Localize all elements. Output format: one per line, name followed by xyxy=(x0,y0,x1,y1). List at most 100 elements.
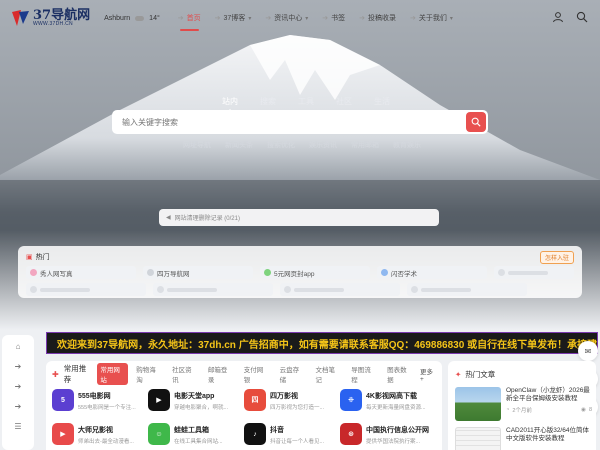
weather-widget[interactable]: Ashburn 14° xyxy=(104,15,160,22)
hot-item-placeholder xyxy=(26,283,146,296)
site-card[interactable]: 5 555电影网 555电影网是一个专注... xyxy=(52,389,148,423)
article-item[interactable]: CAD2011开心版32/64位简体中文版软件安装教程 xyxy=(455,427,589,450)
clock-icon: ◔ xyxy=(506,406,510,413)
quick-link[interactable]: 新闻头条 xyxy=(225,140,253,150)
arrow-right-icon[interactable]: ➔ xyxy=(15,382,22,391)
site-card[interactable]: ⊛ 中国执行信息公开网 提供华国法院执行案... xyxy=(340,423,436,450)
announcement-marquee[interactable]: 欢迎来到37导航网，永久地址：37dh.cn 广告招商中，如有需要请联系客服QQ… xyxy=(46,332,598,354)
hot-title: 热门 xyxy=(35,254,50,261)
menu-icon[interactable]: ☰ xyxy=(14,422,21,431)
quick-link[interactable]: 搜索优化 xyxy=(267,140,295,150)
placeholder-icon xyxy=(30,286,37,293)
quick-link[interactable]: 网址导航 xyxy=(183,140,211,150)
hot-item-placeholder xyxy=(280,283,400,296)
nav-label: 资讯中心 xyxy=(274,15,303,22)
cloud-icon xyxy=(135,15,145,21)
logo-subtitle: WWW.37DH.CN xyxy=(33,21,73,27)
site-card[interactable]: ♪ 抖音 抖音让每一个人看见... xyxy=(244,423,340,450)
chat-button[interactable]: ✉ xyxy=(578,341,598,361)
search-tab-life[interactable]: 生活 xyxy=(374,96,390,107)
rec-tab-mail[interactable]: 邮箱登录 xyxy=(205,363,236,385)
search-quick-links: 网址导航 新闻头条 搜索优化 娱乐资讯 常用邮箱 教育娱乐 xyxy=(183,140,421,150)
site-logo-icon: 四 xyxy=(244,389,266,411)
placeholder-icon xyxy=(411,286,418,293)
site-name: 电影天堂app xyxy=(174,393,215,400)
nav-item-about[interactable]: ➔ 关于我们 ▾ xyxy=(410,0,453,36)
arrow-right-icon[interactable]: ➔ xyxy=(15,362,22,371)
site-favicon xyxy=(264,269,272,276)
site-card[interactable]: ☺ 蛙蛙工具箱 在线工具集合网站... xyxy=(148,423,244,450)
hot-item[interactable]: 5元网页封app xyxy=(260,266,371,279)
search-tab-tools[interactable]: 工具 xyxy=(298,96,314,107)
hot-articles-panel: ✦ 热门文章 OpenClaw（小龙虾）2026最新全平台保姆级安装教程 ◔ 2… xyxy=(448,361,596,450)
placeholder-icon xyxy=(284,286,291,293)
article-thumbnail xyxy=(455,387,501,421)
hot-item[interactable]: 闪否学术 xyxy=(377,266,488,279)
marquee-text: 欢迎来到37导航网，永久地址：37dh.cn 广告招商中，如有需要请联系客服QQ… xyxy=(57,339,598,351)
skeleton-bar xyxy=(508,270,549,275)
nav-label: 书签 xyxy=(331,15,346,22)
site-card[interactable]: ▶ 大师兄影视 师弟出去-最全动漫看... xyxy=(52,423,148,450)
article-item[interactable]: OpenClaw（小龙虾）2026最新全平台保姆级安装教程 ◔ 2个月前 ◉ 8 xyxy=(455,387,592,421)
rec-tab-payment[interactable]: 支付网银 xyxy=(241,363,272,385)
nav-item-submit[interactable]: ➔ 投稿收录 xyxy=(359,0,396,36)
more-link[interactable]: 更多+ xyxy=(420,366,436,383)
site-description: 提供华国法院执行案... xyxy=(366,439,421,445)
nav-item-bookmarks[interactable]: ➔ 书签 xyxy=(322,0,345,36)
site-description: 穿越电影聚合，啊就... xyxy=(174,405,229,411)
search-tab-search[interactable]: 搜索 xyxy=(260,96,276,107)
site-card[interactable]: ▶ 电影天堂app 穿越电影聚合，啊就... xyxy=(148,389,244,423)
site-logo-icon: ❉ xyxy=(340,389,362,411)
nav-item-home[interactable]: ➔ 首页 xyxy=(178,0,201,36)
rec-tab-cloud[interactable]: 云盘存储 xyxy=(277,363,308,385)
quick-link[interactable]: 娱乐资讯 xyxy=(309,140,337,150)
home-icon[interactable]: ⌂ xyxy=(16,342,21,351)
search-icon[interactable] xyxy=(576,11,588,23)
rec-tab-charts[interactable]: 图表数据 xyxy=(384,363,415,385)
search-input[interactable] xyxy=(122,117,466,127)
rec-tab-community[interactable]: 社区资讯 xyxy=(169,363,200,385)
arrow-right-icon: ➔ xyxy=(214,15,221,22)
rec-tab-common[interactable]: 常用网站 xyxy=(97,363,129,385)
hot-item[interactable]: 秀人网写真 xyxy=(26,266,137,279)
site-name: 555电影网 xyxy=(78,393,111,400)
search-history-bar[interactable]: ◀ 网站清理删除记录 (0/21) xyxy=(159,209,439,226)
arrow-right-icon: ➔ xyxy=(409,15,416,22)
site-description: 师弟出去-最全动漫看... xyxy=(78,439,134,445)
rec-tab-notes[interactable]: 文档笔记 xyxy=(312,363,343,385)
site-logo-icon: ▶ xyxy=(52,423,74,445)
search-button[interactable] xyxy=(466,112,486,132)
hot-item-placeholder xyxy=(494,266,575,279)
quick-link[interactable]: 常用邮箱 xyxy=(351,140,379,150)
rec-tab-mindmap[interactable]: 导图流程 xyxy=(348,363,379,385)
recommendation-panel: ✚ 常用推荐 常用网站 购物海淘 社区资讯 邮箱登录 支付网银 云盘存储 文档笔… xyxy=(46,361,442,450)
hot-icon: ▣ xyxy=(26,254,33,261)
search-tab-site[interactable]: 站内 xyxy=(222,96,238,112)
site-card[interactable]: 四四万影视 四万影视为您打造一... xyxy=(244,389,340,423)
site-card[interactable]: ❉ 4K影视网高下载 每天更新海量网盘资源... xyxy=(340,389,436,423)
history-text: 网站清理删除记录 (0/21) xyxy=(174,216,240,222)
weather-city: Ashburn xyxy=(104,14,131,22)
left-floating-sidebar: ⌂ ➔ ➔ ➔ ☰ xyxy=(2,335,34,450)
hot-item-label: 四万导航网 xyxy=(157,270,190,278)
hot-item[interactable]: 四万导航网 xyxy=(143,266,254,279)
site-logo-icon: ▶ xyxy=(148,389,170,411)
article-date: 2个月前 xyxy=(512,407,532,414)
site-name: 蛙蛙工具箱 xyxy=(174,427,209,434)
site-logo[interactable]: 37导航网 WWW.37DH.CN xyxy=(10,9,90,27)
user-icon[interactable] xyxy=(552,11,564,23)
search-tab-community[interactable]: 社区 xyxy=(336,96,352,107)
nav-item-news[interactable]: ➔ 资讯中心 ▾ xyxy=(265,0,308,36)
rec-tab-shopping[interactable]: 购物海淘 xyxy=(133,363,164,385)
join-button[interactable]: 怎样入驻 xyxy=(539,250,574,264)
chat-icon: ✉ xyxy=(584,346,592,356)
nav-item-blog[interactable]: ➔ 37博客 ▾ xyxy=(215,0,252,36)
chevron-down-icon: ▾ xyxy=(449,15,453,22)
hot-panel: ▣ 热门 怎样入驻 秀人网写真 四万导航网 5元网页封app 闪否学术 xyxy=(18,246,582,298)
article-views: 8 xyxy=(588,406,592,413)
arrow-right-icon[interactable]: ➔ xyxy=(15,402,22,411)
quick-link[interactable]: 教育娱乐 xyxy=(393,140,421,150)
search-icon xyxy=(471,117,481,127)
site-grid: 5 555电影网 555电影网是一个专注... ▶ 电影天堂app 穿越电影聚合，啊就..… xyxy=(52,389,436,450)
site-favicon xyxy=(381,269,389,276)
